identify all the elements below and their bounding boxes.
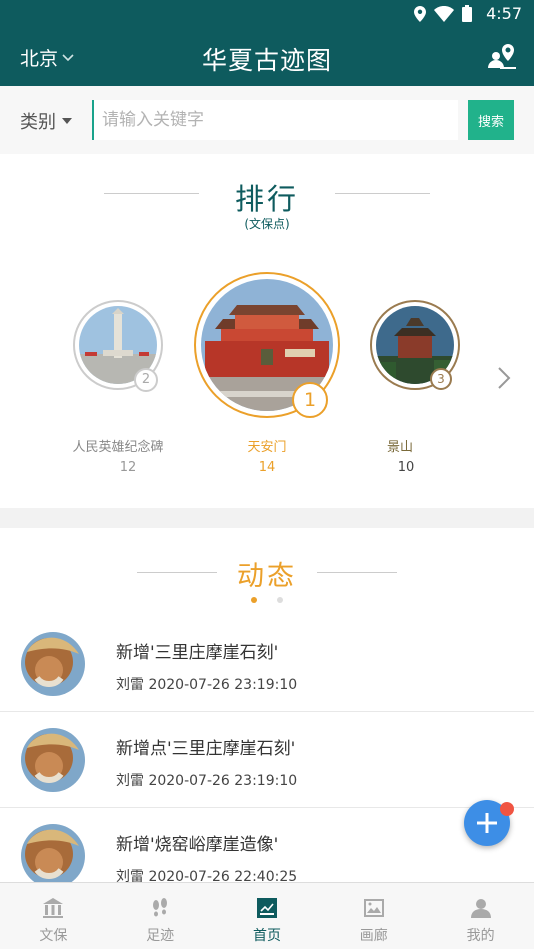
list-item[interactable]: 新增'烧窑峪摩崖造像' 刘雷 2020-07-26 22:40:25 bbox=[0, 808, 534, 882]
plus-icon bbox=[477, 813, 497, 833]
search-button[interactable]: 搜索 bbox=[468, 100, 514, 140]
nav-item-wenbao[interactable]: 文保 bbox=[0, 883, 107, 949]
nav-label: 首页 bbox=[252, 928, 281, 944]
caret-down-icon bbox=[62, 118, 72, 124]
chevron-right-icon[interactable] bbox=[496, 366, 512, 390]
nav-item-profile[interactable]: 我的 bbox=[427, 883, 534, 949]
footprints-icon bbox=[153, 898, 168, 917]
nav-label: 足迹 bbox=[146, 928, 175, 944]
profile-icon bbox=[470, 899, 491, 918]
spot-name: 人民英雄纪念碑 bbox=[72, 440, 164, 455]
spot-name: 天安门 bbox=[247, 440, 287, 455]
battery-icon bbox=[462, 5, 472, 22]
spot-count: 12 bbox=[119, 460, 137, 475]
nav-item-gallery[interactable]: 画廊 bbox=[320, 883, 427, 949]
category-label: 类别 bbox=[20, 112, 56, 133]
feed-section: 动态 新增'三里庄摩崖石刻' 刘雷 2020-07-26 23:19:10 新增… bbox=[0, 528, 534, 882]
rank-badge-3: 3 bbox=[430, 368, 452, 390]
nav-item-zuji[interactable]: 足迹 bbox=[107, 883, 214, 949]
status-icons bbox=[414, 5, 472, 22]
museum-icon bbox=[43, 898, 64, 918]
search-row: 类别 搜索 bbox=[0, 86, 534, 154]
status-time: 4:57 bbox=[486, 4, 522, 23]
ranking-subtitle: (文保点) bbox=[244, 217, 290, 231]
search-input[interactable] bbox=[92, 100, 458, 140]
feed-text: 新增'三里庄摩崖石刻' bbox=[116, 643, 279, 663]
feed-text: 新增点'三里庄摩崖石刻' bbox=[116, 739, 296, 759]
nav-label: 文保 bbox=[39, 928, 68, 944]
category-dropdown[interactable]: 类别 bbox=[20, 108, 72, 134]
list-item[interactable]: 新增点'三里庄摩崖石刻' 刘雷 2020-07-26 23:19:10 bbox=[0, 712, 534, 808]
rank-badge-2: 2 bbox=[134, 368, 158, 392]
bottom-nav: 文保 足迹 首页 画廊 我的 bbox=[0, 882, 534, 949]
page-dot bbox=[277, 597, 283, 603]
nav-label: 画廊 bbox=[359, 928, 388, 944]
spot-count: 14 bbox=[258, 460, 276, 475]
feed-meta: 刘雷 2020-07-26 23:19:10 bbox=[116, 677, 298, 693]
gallery-icon bbox=[363, 899, 384, 917]
feed-meta: 刘雷 2020-07-26 23:19:10 bbox=[116, 773, 298, 789]
map-user-icon[interactable] bbox=[486, 42, 518, 72]
app-title: 华夏古迹图 bbox=[201, 46, 332, 75]
app-bar: 北京 华夏古迹图 bbox=[0, 28, 534, 86]
wifi-icon bbox=[434, 5, 454, 22]
nav-item-home[interactable]: 首页 bbox=[214, 883, 321, 949]
avatar bbox=[21, 632, 85, 696]
feed-title: 动态 bbox=[237, 561, 297, 592]
notification-dot bbox=[500, 802, 514, 816]
ranking-title: 排行 bbox=[234, 182, 299, 216]
avatar bbox=[21, 728, 85, 792]
status-bar: 4:57 bbox=[0, 0, 534, 28]
spot-count: 10 bbox=[397, 460, 415, 475]
page-dot-active bbox=[251, 597, 257, 603]
feed-meta: 刘雷 2020-07-26 22:40:25 bbox=[116, 869, 298, 882]
avatar bbox=[21, 824, 85, 882]
home-board-icon bbox=[256, 898, 277, 918]
nav-label: 我的 bbox=[466, 928, 495, 944]
spot-name: 景山 bbox=[386, 440, 413, 455]
location-icon bbox=[414, 5, 426, 22]
ranking-section: 排行 (文保点) 人民英雄纪念碑 12 2 天安门 14 1 景山 10 3 bbox=[0, 154, 534, 508]
list-item[interactable]: 新增'三里庄摩崖石刻' 刘雷 2020-07-26 23:19:10 bbox=[0, 616, 534, 712]
rank-badge-1: 1 bbox=[292, 382, 328, 418]
feed-text: 新增'烧窑峪摩崖造像' bbox=[116, 835, 279, 855]
